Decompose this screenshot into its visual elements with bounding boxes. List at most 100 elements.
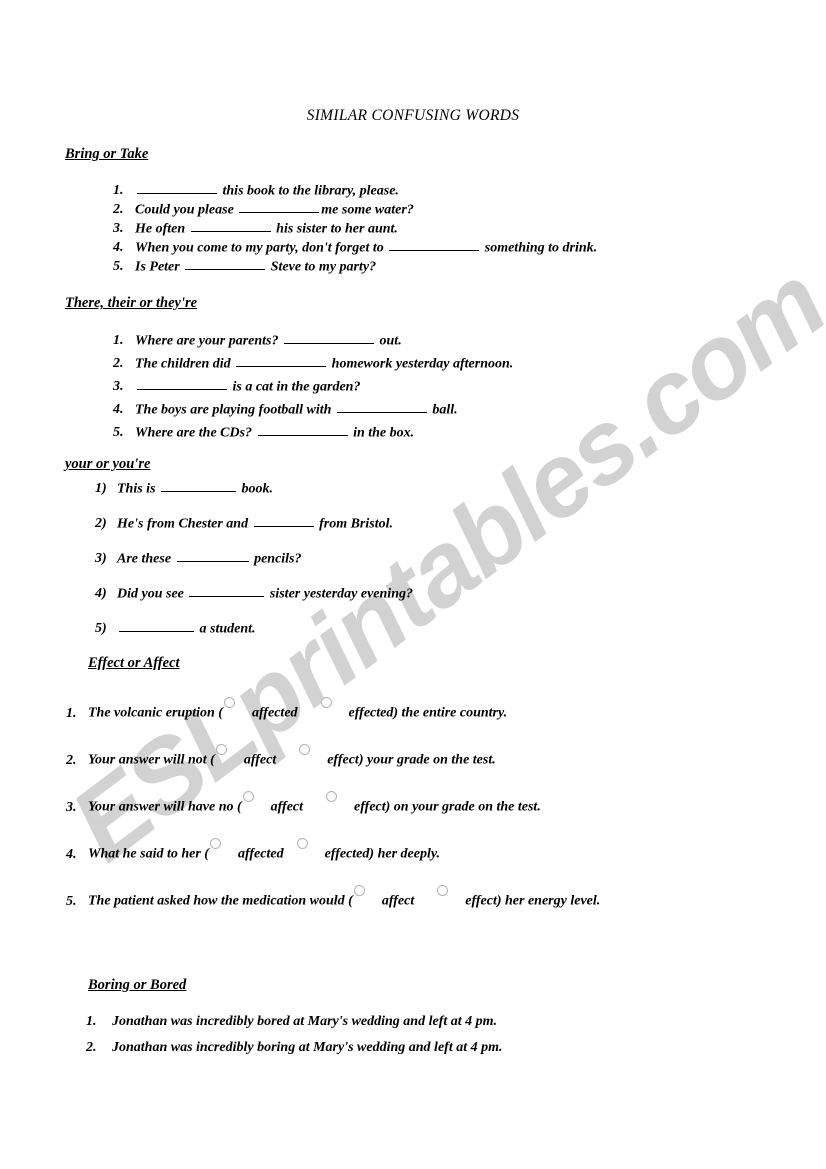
item-text-post: ) her deeply. [369,846,441,862]
item-text-post: from Bristol. [315,516,393,532]
section-heading-there-their-theyre: There, their or they're [65,295,198,311]
radio-option-a[interactable] [223,697,235,708]
item-text-pre: The boys are playing football with [135,402,335,418]
question-item: 3. Your answer will have no (affect effect… [66,791,541,816]
radio-option-a[interactable] [242,791,254,802]
item-text-post: something to drink. [481,240,598,256]
item-text-pre: When you come to my party, don't forget … [135,240,388,256]
answer-blank[interactable] [185,256,266,271]
item-text-post: pencils? [250,551,302,567]
option-a-label: affected [237,846,284,862]
item-number: 3. [113,221,124,237]
radio-option-a[interactable] [215,744,227,755]
option-a-label: affect [270,799,304,815]
item-text-pre: Jonathan was incredibly boring at Mary's… [112,1040,503,1055]
answer-blank[interactable] [189,583,265,598]
answer-blank[interactable] [176,548,249,563]
answer-blank[interactable] [336,399,427,414]
option-a-label: affect [381,893,415,909]
question-item: 4. The boys are playing football with bal… [113,399,458,418]
answer-blank[interactable] [119,618,194,633]
item-text-pre: Jonathan was incredibly bored at Mary's … [112,1014,498,1029]
item-number: 1. [66,705,77,721]
answer-blank[interactable] [137,376,227,391]
item-text-post: a student. [196,621,256,637]
item-text-post: ) your grade on the test. [358,752,496,768]
question-item: 2. Your answer will not ( affect effect) yo… [66,744,496,769]
item-number: 1. [86,1014,97,1029]
item-text-pre: The patient asked how the medication wou… [88,893,353,909]
answer-blank[interactable] [190,218,271,233]
item-number: 5. [113,259,124,275]
item-text-post: sister yesterday evening? [266,586,413,602]
radio-option-b[interactable] [296,838,308,849]
question-item: 2. The children did homework yesterday af… [113,353,513,372]
item-text-post: his sister to her aunt. [272,221,398,237]
question-item: 5. The patient asked how the medication w… [66,885,600,910]
answer-blank[interactable] [137,180,217,195]
question-item: 1. Where are your parents? out. [113,330,402,349]
radio-option-b[interactable] [326,791,338,802]
question-item: 3. is a cat in the garden? [113,376,360,395]
item-text-post: Steve to my party? [267,259,377,275]
question-item: 5) a student. [95,618,256,637]
answer-blank[interactable] [253,513,314,528]
question-item: 1. this book to the library, please. [113,180,399,199]
question-item: 1. Jonathan was incredibly bored at Mary'… [86,1014,497,1030]
question-item: 1. The volcanic eruption (affected effecte… [66,697,508,722]
item-text-pre: This is [117,481,160,497]
question-item: 5. Is Peter Steve to my party? [113,256,376,275]
item-number: 4. [113,402,124,418]
item-text-post: homework yesterday afternoon. [328,356,514,372]
question-item: 5. Where are the CDs? in the box. [113,422,414,441]
item-text-post: this book to the library, please. [219,183,399,199]
radio-option-b[interactable] [437,885,449,896]
section-heading-your-or-youre: your or you're [65,456,151,472]
option-a-label: affect [243,752,277,768]
section-heading-effect-or-affect: Effect or Affect [88,655,180,671]
item-text-pre: Your answer will not ( [88,752,215,768]
question-item: 2. Jonathan was incredibly boring at Mary… [86,1040,503,1056]
answer-blank[interactable] [236,353,327,368]
item-text-pre: Where are the CDs? [135,425,256,441]
answer-blank[interactable] [161,478,237,493]
radio-option-b[interactable] [299,744,311,755]
section-heading-boring-or-bored: Boring or Bored [88,977,187,993]
radio-option-a[interactable] [209,838,221,849]
item-number: 2. [113,356,124,372]
item-text-pre: Did you see [117,586,188,602]
page-title: SIMILAR CONFUSING WORDS [306,107,520,124]
item-number: 3) [95,551,107,567]
item-text-post: out. [376,333,402,349]
question-item: 4. When you come to my party, don't forge… [113,237,597,256]
radio-option-b[interactable] [320,697,332,708]
item-text-post: me some water? [321,202,414,218]
answer-blank[interactable] [389,237,480,252]
option-b-label: effected [348,705,394,721]
item-number: 1. [113,183,124,199]
option-b-label: effect [354,799,386,815]
item-number: 5. [66,893,77,909]
item-text-pre: Where are your parents? [135,333,283,349]
item-number: 2. [113,202,124,218]
item-text-post: ball. [428,402,458,418]
answer-blank[interactable] [239,199,320,214]
item-text-post: is a cat in the garden? [229,379,361,395]
radio-option-a[interactable] [353,885,365,896]
item-text-pre: He's from Chester and [117,516,252,532]
item-number: 5. [113,425,124,441]
item-number: 4. [66,846,77,862]
option-b-label: effect [465,893,497,909]
answer-blank[interactable] [284,330,375,345]
item-text-post: ) the entire country. [393,705,508,721]
section-heading-bring-or-take: Bring or Take [65,146,149,162]
item-number: 2. [66,752,77,768]
item-text-pre: The children did [135,356,235,372]
item-number: 2. [86,1040,97,1055]
item-text-pre: Could you please [135,202,238,218]
item-number: 3. [66,799,77,815]
answer-blank[interactable] [257,422,348,437]
option-b-label: effect [327,752,359,768]
item-number: 5) [95,621,107,637]
item-text-pre: What he said to her ( [88,846,209,862]
